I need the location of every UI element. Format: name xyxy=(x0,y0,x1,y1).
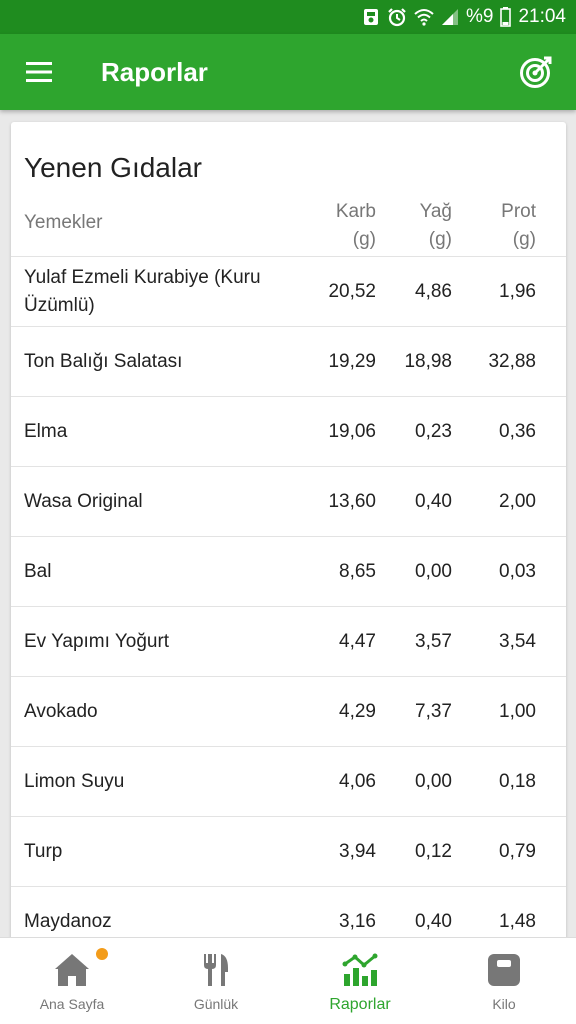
notification-badge xyxy=(96,948,108,960)
carb-value: 19,29 xyxy=(328,350,376,372)
wifi-icon xyxy=(414,9,434,26)
header-carb: Karb (g) xyxy=(335,201,376,250)
carb-value: 4,29 xyxy=(339,700,376,722)
carb-value: 4,06 xyxy=(339,770,376,792)
home-icon xyxy=(55,954,89,986)
prot-value: 32,88 xyxy=(488,350,536,372)
page-title: Raporlar xyxy=(101,56,208,87)
table-row[interactable]: Ev Yapımı Yoğurt 4,47 3,57 3,54 xyxy=(11,606,566,676)
food-name: Avokado xyxy=(24,700,98,722)
food-name: Elma xyxy=(24,420,68,442)
food-name: Yulaf Ezmeli Kurabiye (Kuru Üzümlü) xyxy=(24,266,261,316)
fat-value: 4,86 xyxy=(415,280,452,302)
food-name: Limon Suyu xyxy=(24,770,125,792)
carb-value: 8,65 xyxy=(339,560,376,582)
prot-value: 0,79 xyxy=(499,840,536,862)
fat-value: 0,12 xyxy=(415,840,452,862)
eaten-foods-card: Yenen Gıdalar Yemekler Karb (g) Yağ (g) Pr… xyxy=(11,122,566,952)
table-row[interactable]: Yulaf Ezmeli Kurabiye (Kuru Üzümlü) 20,52… xyxy=(11,256,566,326)
food-name: Wasa Original xyxy=(24,490,143,512)
food-name: Ev Yapımı Yoğurt xyxy=(24,630,170,652)
goal-button[interactable] xyxy=(496,34,576,110)
nav-item-weight[interactable]: Kilo xyxy=(432,938,576,1024)
fork-knife-icon xyxy=(204,954,228,986)
battery-icon xyxy=(500,7,512,27)
table-row[interactable]: Turp 3,94 0,12 0,79 xyxy=(11,816,566,886)
food-name: Ton Balığı Salatası xyxy=(24,350,183,372)
table-row[interactable]: Elma 19,06 0,23 0,36 xyxy=(11,396,566,466)
card-title: Yenen Gıdalar xyxy=(24,152,202,183)
status-bar: %9 21:04 xyxy=(0,0,576,34)
fat-value: 0,40 xyxy=(415,490,452,512)
prot-value: 1,96 xyxy=(499,280,536,302)
table-row[interactable]: Limon Suyu 4,06 0,00 0,18 xyxy=(11,746,566,816)
scale-icon xyxy=(488,954,520,986)
food-name: Turp xyxy=(24,840,63,862)
table-row[interactable]: Bal 8,65 0,00 0,03 xyxy=(11,536,566,606)
fat-value: 0,23 xyxy=(415,420,452,442)
header-name: Yemekler xyxy=(24,212,103,233)
alarm-icon xyxy=(388,8,406,27)
hamburger-menu-icon xyxy=(26,62,52,82)
fat-value: 0,00 xyxy=(415,770,452,792)
table-row[interactable]: Wasa Original 13,60 0,40 2,00 xyxy=(11,466,566,536)
chart-icon xyxy=(342,953,378,986)
fat-value: 0,00 xyxy=(415,560,452,582)
fat-value: 7,37 xyxy=(415,700,452,722)
nav-label-diary: Günlük xyxy=(193,996,239,1012)
header-prot: Prot (g) xyxy=(501,201,536,250)
fat-value: 18,98 xyxy=(404,350,452,372)
carb-value: 3,16 xyxy=(339,910,376,932)
nav-item-diary[interactable]: Günlük xyxy=(144,938,288,1024)
prot-value: 0,03 xyxy=(499,560,536,582)
fat-value: 3,57 xyxy=(415,630,452,652)
carb-value: 3,94 xyxy=(339,840,376,862)
prot-value: 0,18 xyxy=(499,770,536,792)
table-header: Yemekler Karb (g) Yağ (g) Prot (g) xyxy=(11,194,566,258)
food-name: Maydanoz xyxy=(24,910,112,932)
menu-button[interactable] xyxy=(0,34,78,110)
signal-icon xyxy=(441,9,458,25)
save-notification-icon xyxy=(363,9,378,25)
carb-value: 4,47 xyxy=(339,630,376,652)
app-bar: Raporlar xyxy=(0,34,576,110)
nav-item-reports[interactable]: Raporlar xyxy=(288,938,432,1024)
bottom-nav: Ana Sayfa Günlük Raporlar Kilo xyxy=(0,937,576,1024)
nav-label-weight: Kilo xyxy=(492,996,516,1012)
prot-value: 1,00 xyxy=(499,700,536,722)
battery-percent: %9 xyxy=(465,6,494,27)
nav-label-reports: Raporlar xyxy=(329,996,391,1013)
header-fat: Yağ (g) xyxy=(419,201,452,250)
prot-value: 1,48 xyxy=(499,910,536,932)
prot-value: 3,54 xyxy=(499,630,536,652)
prot-value: 0,36 xyxy=(499,420,536,442)
carb-value: 19,06 xyxy=(328,420,376,442)
prot-value: 2,00 xyxy=(499,490,536,512)
carb-value: 20,52 xyxy=(328,280,376,302)
clock: 21:04 xyxy=(518,6,566,27)
food-name: Bal xyxy=(24,560,52,582)
nav-label-home: Ana Sayfa xyxy=(39,996,105,1012)
carb-value: 13,60 xyxy=(328,490,376,512)
fat-value: 0,40 xyxy=(415,910,452,932)
target-goal-icon xyxy=(520,56,552,88)
table-row[interactable]: Avokado 4,29 7,37 1,00 xyxy=(11,676,566,746)
food-table: Yulaf Ezmeli Kurabiye (Kuru Üzümlü) 20,52… xyxy=(11,256,566,952)
table-row[interactable]: Ton Balığı Salatası 19,29 18,98 32,88 xyxy=(11,326,566,396)
nav-item-home[interactable]: Ana Sayfa xyxy=(0,938,144,1024)
